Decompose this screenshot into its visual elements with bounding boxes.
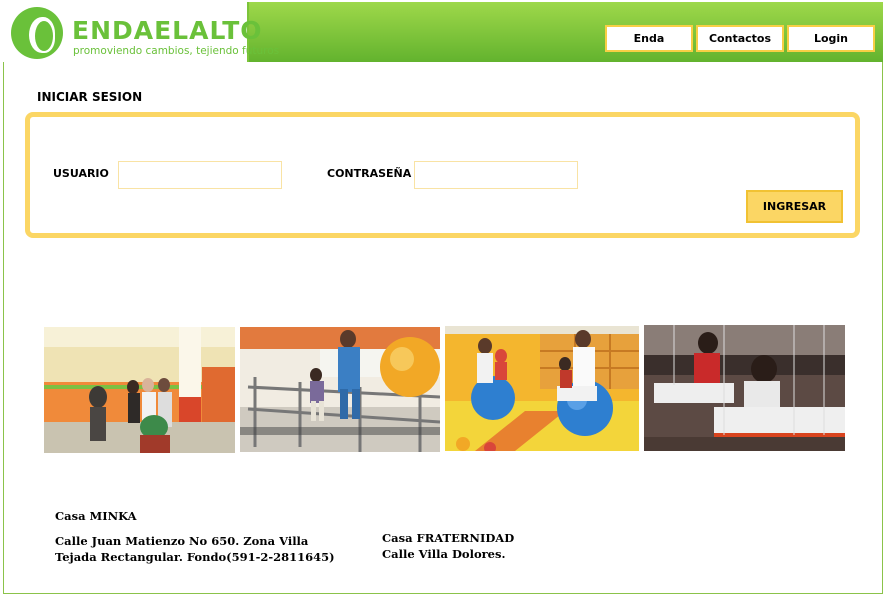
logo-tagline: promoviendo cambios, tejiendo futuros	[73, 45, 280, 57]
login-title: INICIAR SESION	[37, 90, 143, 104]
logo[interactable]: ENDAELALTO promoviendo cambios, tejiendo…	[3, 2, 279, 62]
logo-icon	[11, 7, 63, 59]
photo-weaving	[644, 325, 845, 451]
user-input[interactable]	[118, 161, 282, 189]
ingresar-button[interactable]: INGRESAR	[746, 190, 843, 223]
password-label: CONTRASEÑA	[327, 167, 412, 180]
nav-login-button[interactable]: Login	[787, 25, 875, 52]
location-2-address: Calle Villa Dolores.	[382, 547, 506, 561]
password-input[interactable]	[414, 161, 578, 189]
photo-therapy-balls	[445, 326, 639, 451]
user-label: USUARIO	[53, 167, 109, 180]
location-2-name: Casa FRATERNIDAD	[382, 531, 515, 545]
logo-title: ENDAELALTO	[72, 16, 263, 45]
location-1-name: Casa MINKA	[55, 509, 137, 523]
nav-enda-button[interactable]: Enda	[605, 25, 693, 52]
location-1-address: Calle Juan Matienzo No 650. Zona Villa T…	[55, 534, 335, 564]
nav-contactos-button[interactable]: Contactos	[696, 25, 784, 52]
photo-visit	[44, 327, 235, 453]
photo-therapy-bars	[240, 327, 440, 452]
